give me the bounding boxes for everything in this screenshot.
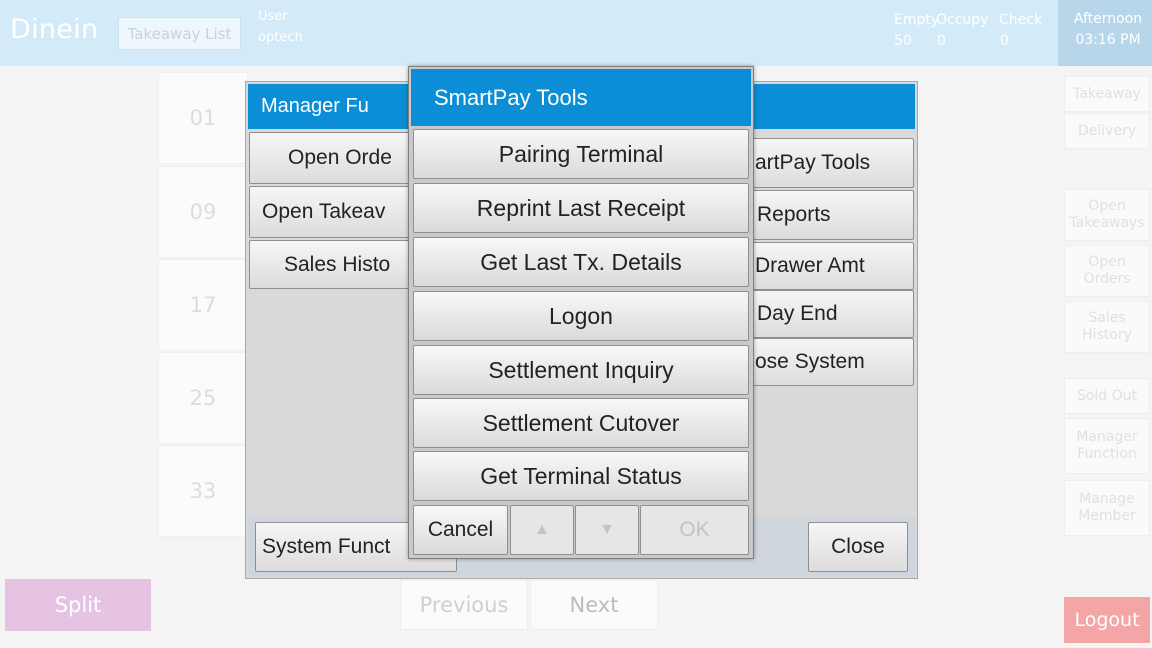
close-button[interactable]: Close — [808, 522, 908, 572]
ok-button[interactable]: OK — [640, 505, 749, 555]
manage-member-button[interactable]: Manage Member — [1064, 480, 1150, 536]
check-count: 0 — [1000, 33, 1009, 49]
settlement-inquiry-button[interactable]: Settlement Inquiry — [413, 345, 749, 395]
reports-button[interactable]: Reports — [744, 190, 914, 240]
table-cell[interactable]: 25 — [158, 352, 248, 444]
occupy-count: 0 — [937, 33, 946, 49]
settlement-cutover-button[interactable]: Settlement Cutover — [413, 398, 749, 448]
sales-history-button[interactable]: Sales History — [1064, 301, 1150, 353]
open-takeaways-button[interactable]: Open Takeav — [249, 186, 415, 238]
smartpay-dialog-title: SmartPay Tools — [411, 69, 751, 126]
table-cell[interactable]: 09 — [158, 166, 248, 258]
close-system-button[interactable]: ose System — [744, 338, 914, 386]
sold-out-button[interactable]: Sold Out — [1064, 378, 1150, 414]
check-label: Check — [999, 12, 1043, 28]
table-cell[interactable]: 33 — [158, 445, 248, 537]
split-button[interactable]: Split — [5, 579, 151, 631]
scroll-up-icon[interactable]: ▲ — [510, 505, 574, 555]
clock: 03:16 PM — [1075, 32, 1141, 48]
table-cell[interactable]: 01 — [158, 72, 248, 164]
takeaway-button[interactable]: Takeaway — [1064, 76, 1150, 112]
pairing-terminal-button[interactable]: Pairing Terminal — [413, 129, 749, 179]
reprint-last-receipt-button[interactable]: Reprint Last Receipt — [413, 183, 749, 233]
mode-title[interactable]: Dinein — [10, 14, 98, 45]
user-name: optech — [258, 30, 303, 45]
logout-button[interactable]: Logout — [1064, 597, 1150, 643]
table-cell[interactable]: 17 — [158, 259, 248, 351]
day-end-button[interactable]: Day End — [744, 290, 914, 338]
open-orders-button[interactable]: Open Orders — [1064, 245, 1150, 297]
smartpay-tools-button[interactable]: artPay Tools — [744, 138, 914, 188]
empty-label: Empty — [894, 12, 940, 28]
time-of-day: Afternoon — [1073, 11, 1143, 27]
takeaway-list-button[interactable]: Takeaway List — [118, 17, 241, 50]
manager-function-button[interactable]: Manager Function — [1064, 418, 1150, 474]
delivery-button[interactable]: Delivery — [1064, 113, 1150, 149]
empty-count: 50 — [894, 33, 912, 49]
get-last-tx-details-button[interactable]: Get Last Tx. Details — [413, 237, 749, 287]
sales-history-button[interactable]: Sales Histo — [249, 240, 415, 289]
drawer-amount-button[interactable]: Drawer Amt — [744, 242, 914, 290]
user-label: User — [258, 9, 288, 24]
scroll-down-icon[interactable]: ▼ — [575, 505, 639, 555]
next-button[interactable]: Next — [530, 580, 658, 630]
open-orders-button[interactable]: Open Orde — [249, 132, 415, 184]
previous-button[interactable]: Previous — [400, 580, 528, 630]
occupy-label: Occupy — [936, 12, 989, 28]
open-takeaways-button[interactable]: Open Takeaways — [1064, 189, 1150, 241]
get-terminal-status-button[interactable]: Get Terminal Status — [413, 451, 749, 501]
cancel-button[interactable]: Cancel — [413, 505, 508, 555]
logon-button[interactable]: Logon — [413, 291, 749, 341]
